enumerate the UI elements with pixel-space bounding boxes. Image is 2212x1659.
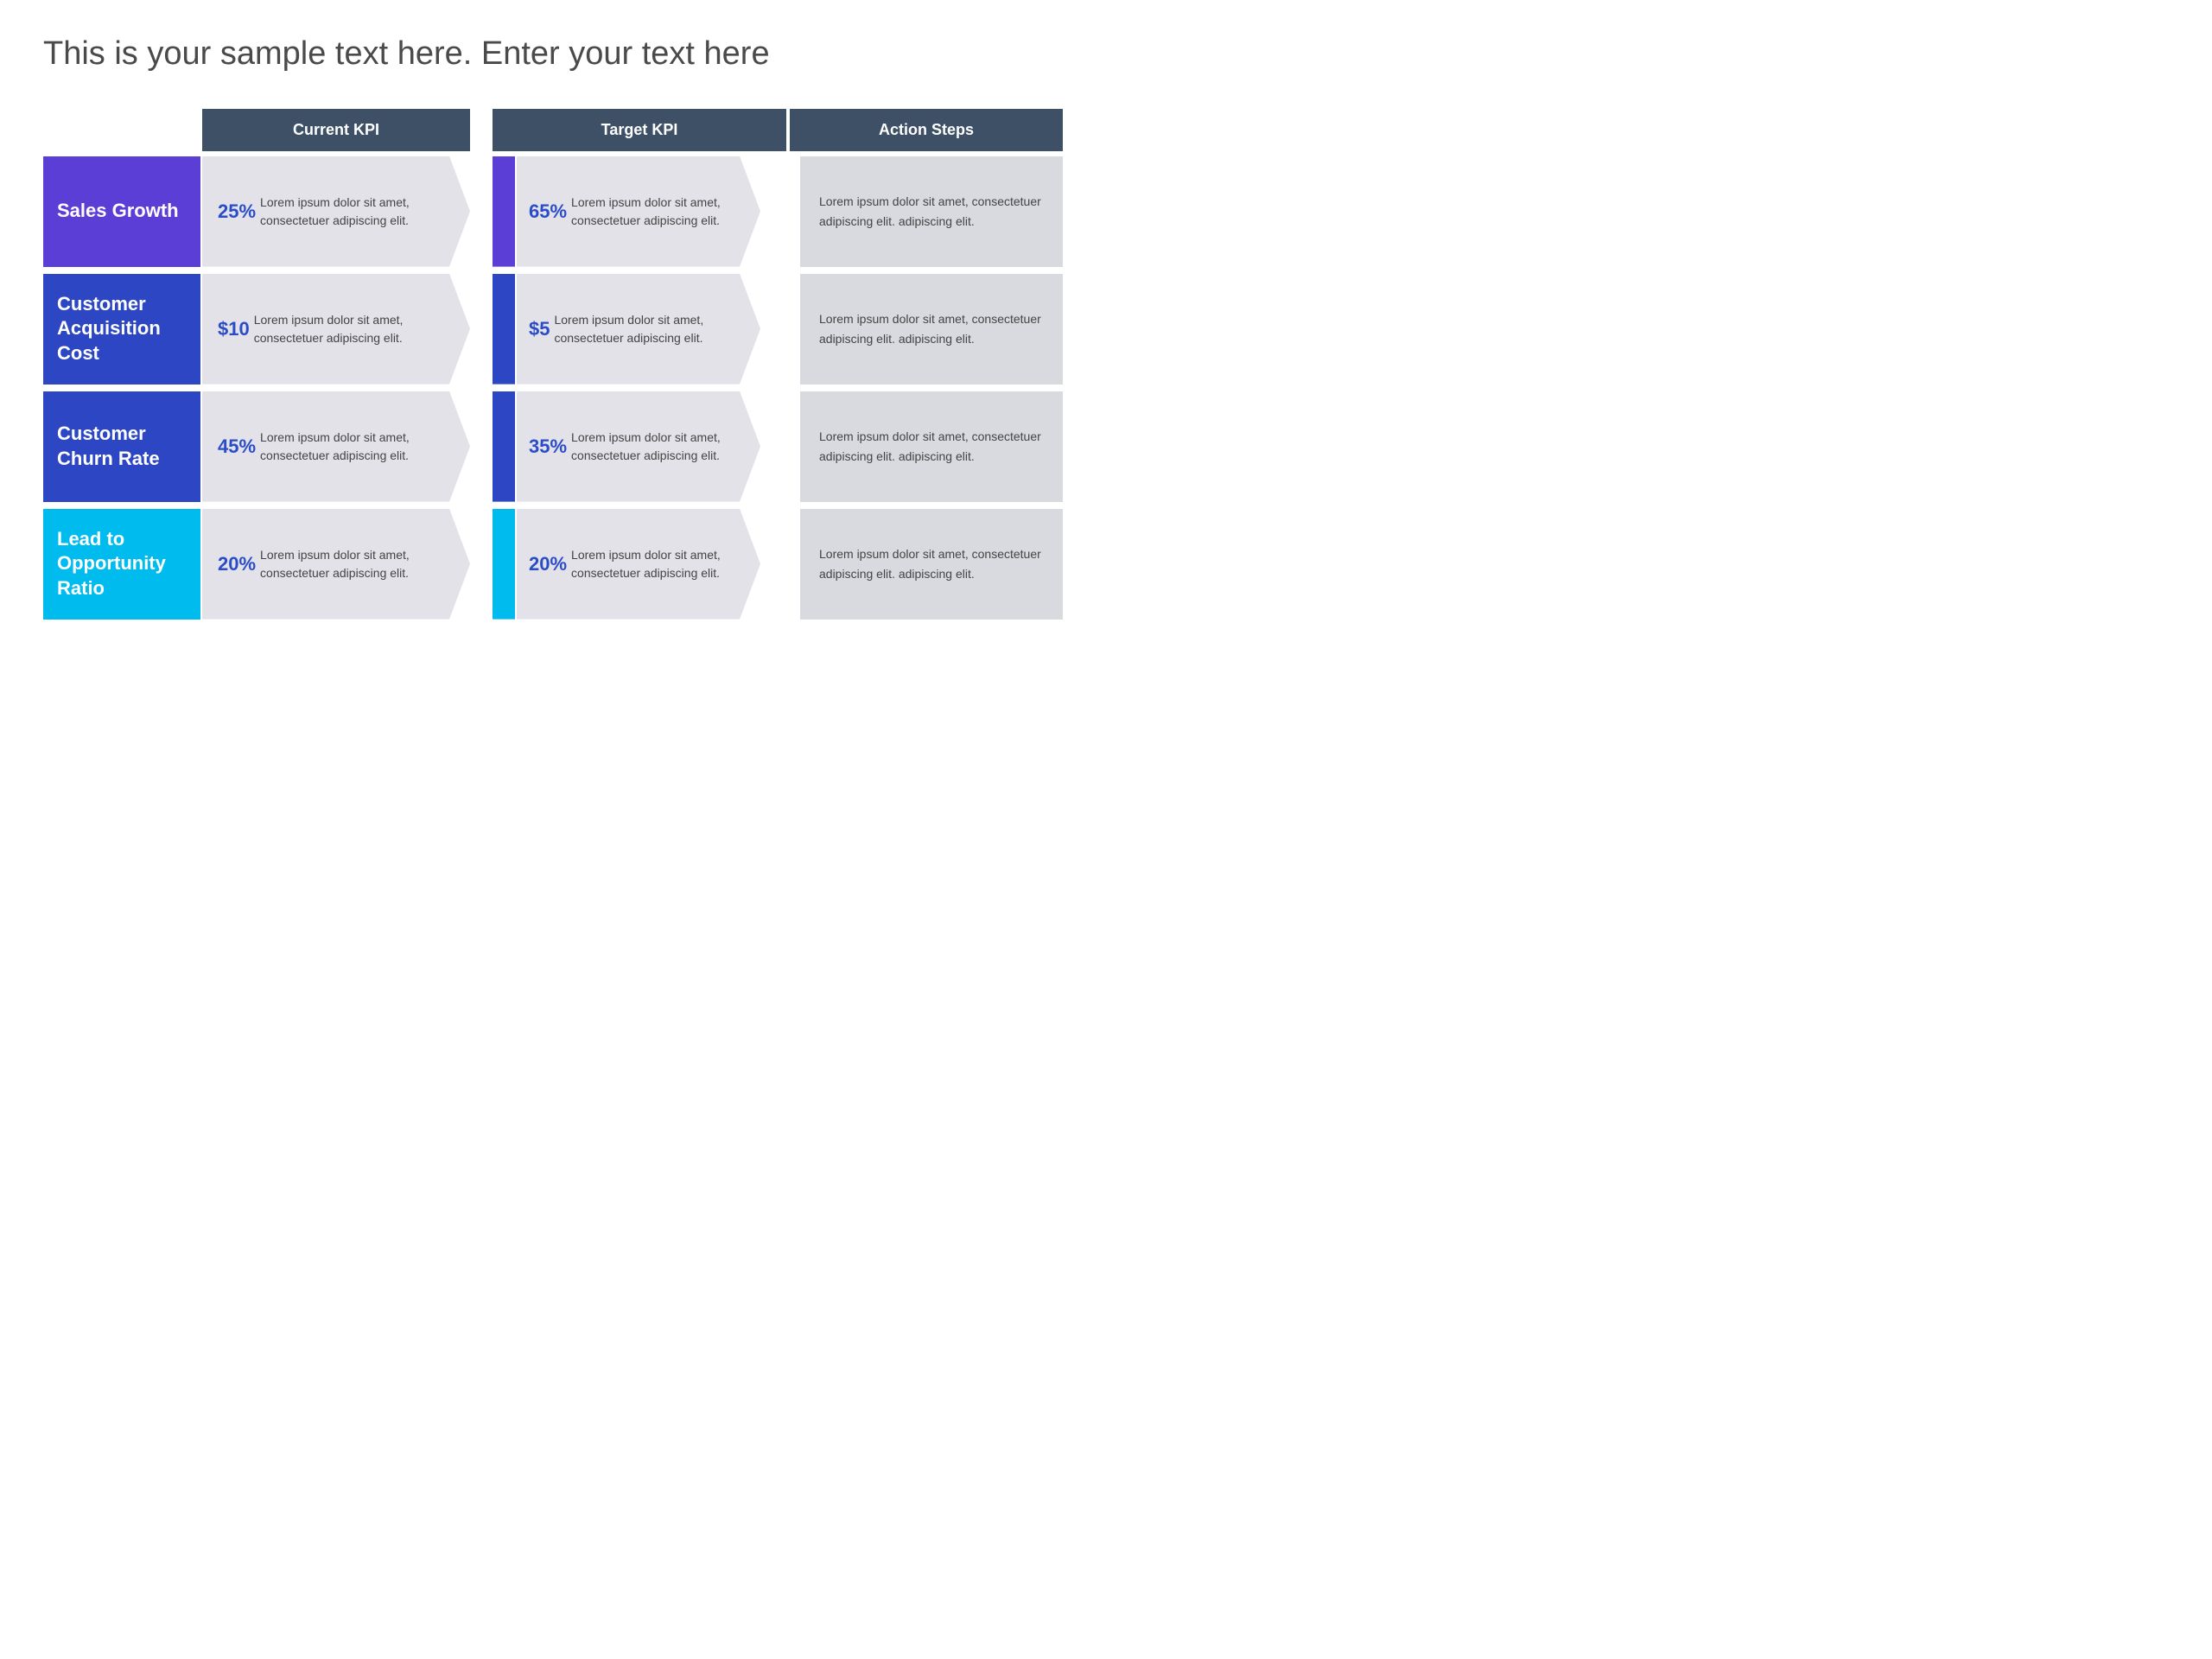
current-kpi-cell-sales-growth: 25% Lorem ipsum dolor sit amet, consecte… — [202, 156, 470, 267]
action-cell-customer-churn-rate: Lorem ipsum dolor sit amet, consectetuer… — [800, 391, 1063, 502]
accent-strip-customer-churn-rate — [493, 391, 515, 502]
target-chevron-lead-to-opportunity-ratio: 20% Lorem ipsum dolor sit amet, consecte… — [517, 509, 760, 620]
current-value-customer-churn-rate: 45% — [218, 432, 256, 461]
target-value-lead-to-opportunity-ratio: 20% — [529, 550, 567, 578]
current-text-customer-churn-rate: Lorem ipsum dolor sit amet, consectetuer… — [260, 429, 435, 465]
target-value-sales-growth: 65% — [529, 197, 567, 226]
accent-strip-sales-growth — [493, 156, 515, 267]
table-header: Current KPI Target KPI Action Steps — [43, 109, 1063, 151]
current-chevron-customer-acquisition-cost: $10 Lorem ipsum dolor sit amet, consecte… — [202, 274, 470, 385]
target-inner-lead-to-opportunity-ratio: 20% Lorem ipsum dolor sit amet, consecte… — [493, 509, 760, 620]
target-kpi-cell-sales-growth: 65% Lorem ipsum dolor sit amet, consecte… — [493, 156, 760, 267]
row-label-customer-churn-rate: Customer Churn Rate — [43, 391, 200, 502]
header-target-kpi: Target KPI — [493, 109, 786, 151]
action-text-customer-churn-rate: Lorem ipsum dolor sit amet, consectetuer… — [819, 427, 1044, 466]
row-label-customer-acquisition-cost: Customer Acquisition Cost — [43, 274, 200, 385]
table-row: Lead to Opportunity Ratio 20% Lorem ipsu… — [43, 509, 1063, 620]
target-value-customer-churn-rate: 35% — [529, 432, 567, 461]
kpi-rows: Sales Growth 25% Lorem ipsum dolor sit a… — [43, 156, 1063, 620]
target-kpi-cell-customer-churn-rate: 35% Lorem ipsum dolor sit amet, consecte… — [493, 391, 760, 502]
target-kpi-cell-lead-to-opportunity-ratio: 20% Lorem ipsum dolor sit amet, consecte… — [493, 509, 760, 620]
target-inner-customer-acquisition-cost: $5 Lorem ipsum dolor sit amet, consectet… — [493, 274, 760, 385]
table-row: Sales Growth 25% Lorem ipsum dolor sit a… — [43, 156, 1063, 267]
current-chevron-lead-to-opportunity-ratio: 20% Lorem ipsum dolor sit amet, consecte… — [202, 509, 470, 620]
accent-strip-lead-to-opportunity-ratio — [493, 509, 515, 620]
accent-strip-customer-acquisition-cost — [493, 274, 515, 385]
current-text-sales-growth: Lorem ipsum dolor sit amet, consectetuer… — [260, 194, 435, 230]
target-value-customer-acquisition-cost: $5 — [529, 315, 550, 343]
header-action-steps: Action Steps — [790, 109, 1063, 151]
target-kpi-cell-customer-acquisition-cost: $5 Lorem ipsum dolor sit amet, consectet… — [493, 274, 760, 385]
target-text-customer-churn-rate: Lorem ipsum dolor sit amet, consectetuer… — [571, 429, 726, 465]
current-chevron-customer-churn-rate: 45% Lorem ipsum dolor sit amet, consecte… — [202, 391, 470, 502]
current-value-sales-growth: 25% — [218, 197, 256, 226]
row-label-lead-to-opportunity-ratio: Lead to Opportunity Ratio — [43, 509, 200, 620]
target-chevron-customer-acquisition-cost: $5 Lorem ipsum dolor sit amet, consectet… — [517, 274, 760, 385]
action-cell-sales-growth: Lorem ipsum dolor sit amet, consectetuer… — [800, 156, 1063, 267]
row-label-sales-growth: Sales Growth — [43, 156, 200, 267]
current-value-customer-acquisition-cost: $10 — [218, 315, 250, 343]
current-kpi-cell-customer-churn-rate: 45% Lorem ipsum dolor sit amet, consecte… — [202, 391, 470, 502]
table-row: Customer Churn Rate 45% Lorem ipsum dolo… — [43, 391, 1063, 502]
header-current-kpi: Current KPI — [202, 109, 470, 151]
target-text-customer-acquisition-cost: Lorem ipsum dolor sit amet, consectetuer… — [554, 311, 726, 347]
table-row: Customer Acquisition Cost $10 Lorem ipsu… — [43, 274, 1063, 385]
action-text-customer-acquisition-cost: Lorem ipsum dolor sit amet, consectetuer… — [819, 309, 1044, 348]
current-kpi-cell-customer-acquisition-cost: $10 Lorem ipsum dolor sit amet, consecte… — [202, 274, 470, 385]
current-chevron-sales-growth: 25% Lorem ipsum dolor sit amet, consecte… — [202, 156, 470, 267]
target-chevron-customer-churn-rate: 35% Lorem ipsum dolor sit amet, consecte… — [517, 391, 760, 502]
current-text-customer-acquisition-cost: Lorem ipsum dolor sit amet, consectetuer… — [254, 311, 435, 347]
target-inner-sales-growth: 65% Lorem ipsum dolor sit amet, consecte… — [493, 156, 760, 267]
current-text-lead-to-opportunity-ratio: Lorem ipsum dolor sit amet, consectetuer… — [260, 546, 435, 582]
action-cell-customer-acquisition-cost: Lorem ipsum dolor sit amet, consectetuer… — [800, 274, 1063, 385]
target-inner-customer-churn-rate: 35% Lorem ipsum dolor sit amet, consecte… — [493, 391, 760, 502]
header-empty-cell — [43, 109, 200, 151]
target-text-sales-growth: Lorem ipsum dolor sit amet, consectetuer… — [571, 194, 726, 230]
current-kpi-cell-lead-to-opportunity-ratio: 20% Lorem ipsum dolor sit amet, consecte… — [202, 509, 470, 620]
action-text-sales-growth: Lorem ipsum dolor sit amet, consectetuer… — [819, 192, 1044, 231]
action-cell-lead-to-opportunity-ratio: Lorem ipsum dolor sit amet, consectetuer… — [800, 509, 1063, 620]
target-text-lead-to-opportunity-ratio: Lorem ipsum dolor sit amet, consectetuer… — [571, 546, 726, 582]
current-value-lead-to-opportunity-ratio: 20% — [218, 550, 256, 578]
action-text-lead-to-opportunity-ratio: Lorem ipsum dolor sit amet, consectetuer… — [819, 544, 1044, 583]
page-title: This is your sample text here. Enter you… — [43, 35, 1063, 74]
target-chevron-sales-growth: 65% Lorem ipsum dolor sit amet, consecte… — [517, 156, 760, 267]
